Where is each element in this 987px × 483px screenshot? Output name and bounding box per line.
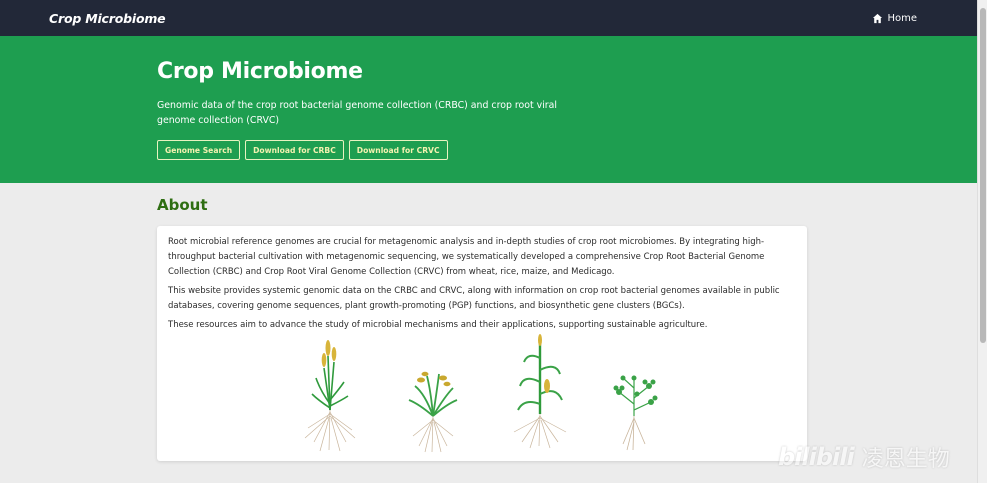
hero-button-group: Genome Search Download for CRBC Download… (157, 140, 448, 160)
download-crvc-button[interactable]: Download for CRVC (348, 140, 448, 160)
hero-description: Genomic data of the crop root bacterial … (157, 100, 558, 126)
hero-banner: Crop Microbiome Genomic data of the crop… (0, 36, 977, 183)
nav-home-label: Home (887, 12, 917, 24)
about-paragraph-3: These resources aim to advance the study… (168, 320, 708, 330)
bilibili-logo: bilibili (778, 443, 855, 471)
about-heading: About (157, 196, 208, 214)
navbar: Crop Microbiome Home (0, 0, 977, 36)
home-icon (873, 13, 883, 23)
crop-illustrations (157, 334, 807, 454)
medicago-plant-image (613, 375, 658, 451)
about-paragraph-2: This website provides systemic genomic d… (168, 286, 780, 311)
download-crbc-button[interactable]: Download for CRBC (245, 140, 344, 160)
hero-title: Crop Microbiome (157, 59, 363, 84)
scrollbar-thumb[interactable] (980, 8, 986, 343)
page-scrollbar[interactable] (977, 0, 987, 483)
about-card: Root microbial reference genomes are cru… (157, 226, 807, 461)
nav-home-link[interactable]: Home (872, 13, 917, 24)
brand-logo[interactable]: Crop Microbiome (49, 11, 166, 26)
maize-plant-image (513, 334, 567, 449)
video-watermark: bilibili 凌恩生物 (778, 441, 950, 473)
rice-plant-image (408, 371, 458, 453)
about-paragraph-1: Root microbial reference genomes are cru… (168, 237, 765, 277)
wheat-plant-image (304, 340, 356, 452)
genome-search-button[interactable]: Genome Search (157, 140, 241, 160)
watermark-text: 凌恩生物 (861, 447, 950, 472)
